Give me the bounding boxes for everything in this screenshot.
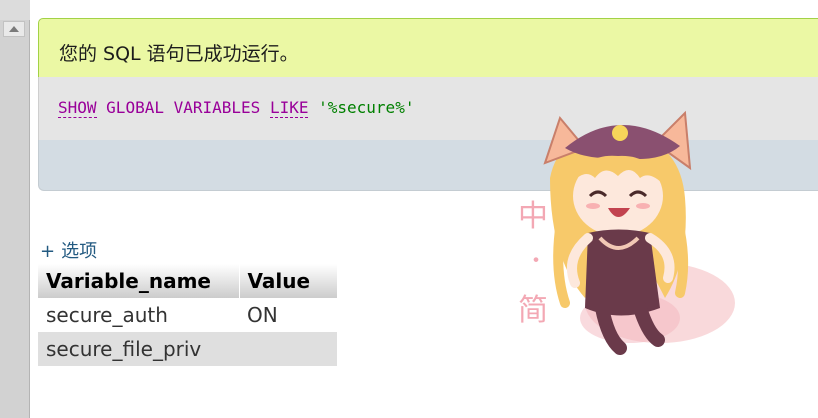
sql-keyword-show[interactable]: SHOW: [58, 98, 97, 118]
table-row: secure_file_priv: [38, 332, 337, 366]
scroll-up-arrow-icon[interactable]: [3, 21, 25, 37]
column-header-value[interactable]: Value: [239, 264, 337, 298]
expand-plus-icon: +: [40, 241, 56, 262]
cell-variable-name: secure_file_priv: [38, 332, 239, 366]
sql-keyword-like[interactable]: LIKE: [269, 98, 309, 118]
watermark-char-1: 中: [518, 199, 548, 234]
column-header-variable-name[interactable]: Variable_name: [38, 264, 240, 298]
success-message-box: 您的 SQL 语句已成功运行。: [38, 18, 818, 78]
table-header-row: Variable_name Value: [38, 264, 337, 298]
cell-value: ON: [239, 298, 337, 332]
mascot-illustration: 中 ・ 简: [518, 110, 735, 355]
cell-value: [239, 332, 337, 366]
watermark-char-3: 简: [518, 293, 548, 328]
sql-keyword-variables: VARIABLES: [173, 98, 261, 117]
sql-string-literal: '%secure%': [318, 98, 415, 117]
options-link-label: 选项: [61, 241, 98, 262]
watermark-char-2: ・: [525, 249, 547, 274]
cell-variable-name: secure_auth: [38, 298, 239, 332]
vertical-scrollbar[interactable]: [0, 0, 30, 418]
table-row: secure_auth ON: [38, 298, 337, 332]
sql-keyword-global: GLOBAL: [106, 98, 164, 117]
results-table: Variable_name Value secure_auth ON secur…: [38, 264, 337, 366]
options-link[interactable]: + 选项: [40, 237, 97, 263]
sql-query: SHOW GLOBAL VARIABLES LIKE '%secure%': [58, 98, 415, 118]
scrollbar-track-top: [0, 0, 30, 20]
success-message: 您的 SQL 语句已成功运行。: [59, 43, 299, 65]
